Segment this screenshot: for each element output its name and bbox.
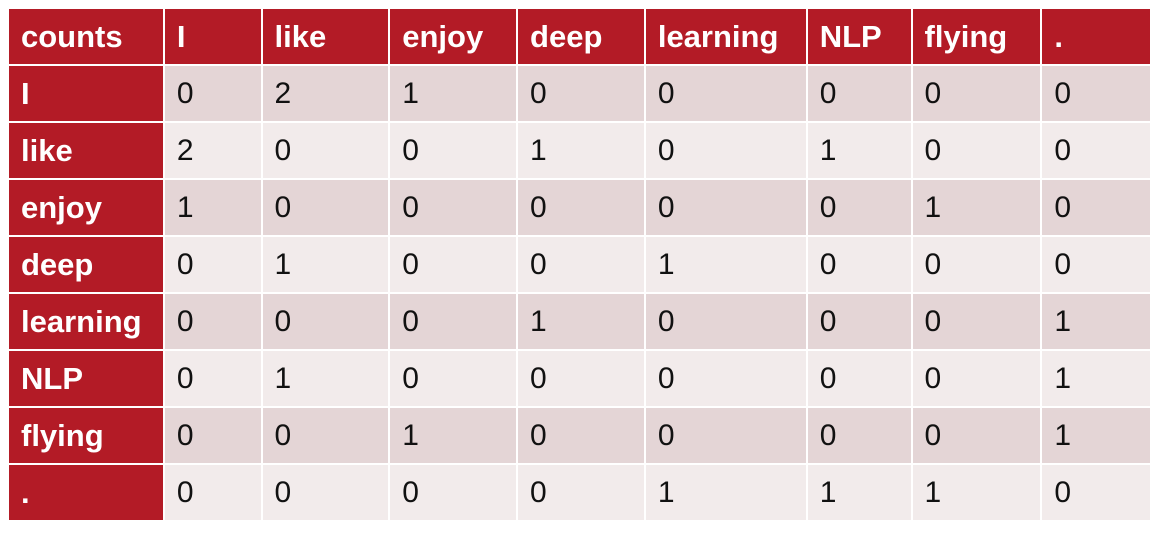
count-cell: 0 [645,66,806,121]
count-cell: 0 [262,465,389,520]
count-cell: 0 [390,294,517,349]
row-header: . [9,465,163,520]
column-header: . [1042,9,1150,64]
count-cell: 0 [912,351,1041,406]
count-cell: 0 [807,180,911,235]
count-cell: 0 [262,408,389,463]
count-cell: 0 [164,66,261,121]
count-cell: 0 [807,66,911,121]
count-cell: 2 [164,123,261,178]
count-cell: 0 [390,123,517,178]
header-row: counts I like enjoy deep learning NLP fl… [9,9,1150,64]
count-cell: 0 [912,294,1041,349]
row-header: I [9,66,163,121]
row-header: learning [9,294,163,349]
table-row: .00001110 [9,465,1150,520]
count-cell: 1 [807,123,911,178]
count-cell: 1 [912,465,1041,520]
row-header: like [9,123,163,178]
count-cell: 0 [390,180,517,235]
row-header: enjoy [9,180,163,235]
count-cell: 0 [390,351,517,406]
count-cell: 0 [390,237,517,292]
cooccurrence-matrix: counts I like enjoy deep learning NLP fl… [7,7,1152,522]
column-header: enjoy [390,9,517,64]
column-header: learning [645,9,806,64]
table-row: deep 0 1 0 0 1 0 0 0 [9,237,1150,292]
count-cell: 0 [518,408,644,463]
count-cell: 1 [518,123,644,178]
table-row: learning 0 0 0 1 0 0 0 1 [9,294,1150,349]
table-row: enjoy 1 0 0 0 0 0 1 0 [9,180,1150,235]
count-cell: 0 [518,351,644,406]
count-cell: 0 [164,294,261,349]
column-header: flying [912,9,1041,64]
count-cell: 0 [645,351,806,406]
count-cell: 0 [645,294,806,349]
count-cell: 1 [518,294,644,349]
count-cell: 1 [912,180,1041,235]
count-cell: 0 [645,180,806,235]
count-cell: 0 [807,237,911,292]
count-cell: 0 [262,294,389,349]
count-cell: 1 [390,408,517,463]
column-header: NLP [807,9,911,64]
column-header: I [164,9,261,64]
count-cell: 0 [518,237,644,292]
count-cell: 1 [807,465,911,520]
count-cell: 0 [1042,66,1150,121]
count-cell: 0 [807,351,911,406]
count-cell: 0 [518,66,644,121]
count-cell: 1 [645,237,806,292]
count-cell: 1 [262,351,389,406]
count-cell: 0 [262,180,389,235]
count-cell: 1 [1042,351,1150,406]
column-header: like [262,9,389,64]
count-cell: 0 [1042,465,1150,520]
count-cell: 0 [1042,180,1150,235]
count-cell: 0 [1042,123,1150,178]
row-header: flying [9,408,163,463]
count-cell: 0 [262,123,389,178]
count-cell: 0 [518,180,644,235]
count-cell: 0 [912,237,1041,292]
corner-label: counts [9,9,163,64]
count-cell: 2 [262,66,389,121]
count-cell: 0 [164,351,261,406]
row-header: deep [9,237,163,292]
count-cell: 0 [912,408,1041,463]
table-row: I02100000 [9,66,1150,121]
count-cell: 0 [1042,237,1150,292]
count-cell: 0 [912,123,1041,178]
row-header: NLP [9,351,163,406]
count-cell: 1 [645,465,806,520]
count-cell: 0 [807,408,911,463]
count-cell: 1 [390,66,517,121]
count-cell: 0 [645,408,806,463]
count-cell: 0 [164,465,261,520]
count-cell: 0 [807,294,911,349]
table-row: NLP 0 1 0 0 0 0 0 1 [9,351,1150,406]
table-row: flying 0 0 1 0 0 0 0 1 [9,408,1150,463]
count-cell: 1 [262,237,389,292]
count-cell: 0 [164,237,261,292]
count-cell: 0 [912,66,1041,121]
count-cell: 1 [164,180,261,235]
count-cell: 1 [1042,294,1150,349]
count-cell: 0 [164,408,261,463]
count-cell: 0 [645,123,806,178]
column-header: deep [518,9,644,64]
count-cell: 0 [518,465,644,520]
count-cell: 1 [1042,408,1150,463]
table-row: like 2 0 0 1 0 1 0 0 [9,123,1150,178]
count-cell: 0 [390,465,517,520]
